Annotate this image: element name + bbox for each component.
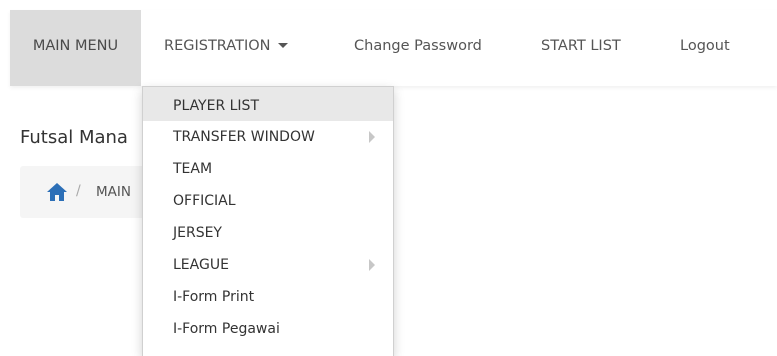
nav-logout[interactable]: Logout (680, 10, 730, 86)
caret-down-icon (278, 43, 289, 48)
dropdown-item-league[interactable]: LEAGUE (143, 249, 393, 281)
dropdown-item-label: JERSEY (173, 225, 222, 241)
nav-change-password[interactable]: Change Password (354, 10, 482, 86)
nav-registration[interactable]: REGISTRATION (164, 10, 289, 86)
chevron-right-icon (369, 259, 375, 271)
dropdown-item-jersey[interactable]: JERSEY (143, 217, 393, 249)
top-navbar: MAIN MENU REGISTRATION Change Password S… (10, 10, 777, 86)
dropdown-item-label: LEAGUE (173, 257, 229, 273)
dropdown-item-label: TRANSFER WINDOW (173, 129, 315, 145)
chevron-right-icon (369, 131, 375, 143)
dropdown-item-transfer-window[interactable]: TRANSFER WINDOW (143, 121, 393, 153)
breadcrumb-item[interactable]: MAIN (96, 184, 131, 200)
registration-dropdown: PLAYER LIST TRANSFER WINDOW TEAM OFFICIAL JE… (142, 86, 394, 356)
page-title: Futsal Mana (20, 127, 128, 148)
dropdown-item-i-form-pegawai[interactable]: I-Form Pegawai (143, 313, 393, 345)
nav-main-menu[interactable]: MAIN MENU (10, 10, 141, 86)
dropdown-item-label: TEAM (173, 161, 213, 177)
dropdown-item-label: PLAYER LIST (173, 98, 259, 114)
dropdown-item-label: OFFICIAL (173, 193, 236, 209)
nav-start-list[interactable]: START LIST (541, 10, 621, 86)
dropdown-item-team[interactable]: TEAM (143, 153, 393, 185)
dropdown-item-player-list[interactable]: PLAYER LIST (143, 87, 393, 121)
home-icon[interactable] (46, 182, 68, 202)
dropdown-item-label: I-Form Pegawai (173, 321, 280, 337)
dropdown-item-official[interactable]: OFFICIAL (143, 185, 393, 217)
dropdown-item-i-form-print[interactable]: I-Form Print (143, 281, 393, 313)
dropdown-item-label: I-Form Print (173, 289, 255, 305)
nav-registration-label: REGISTRATION (164, 38, 271, 54)
breadcrumb-separator: / (76, 183, 81, 199)
